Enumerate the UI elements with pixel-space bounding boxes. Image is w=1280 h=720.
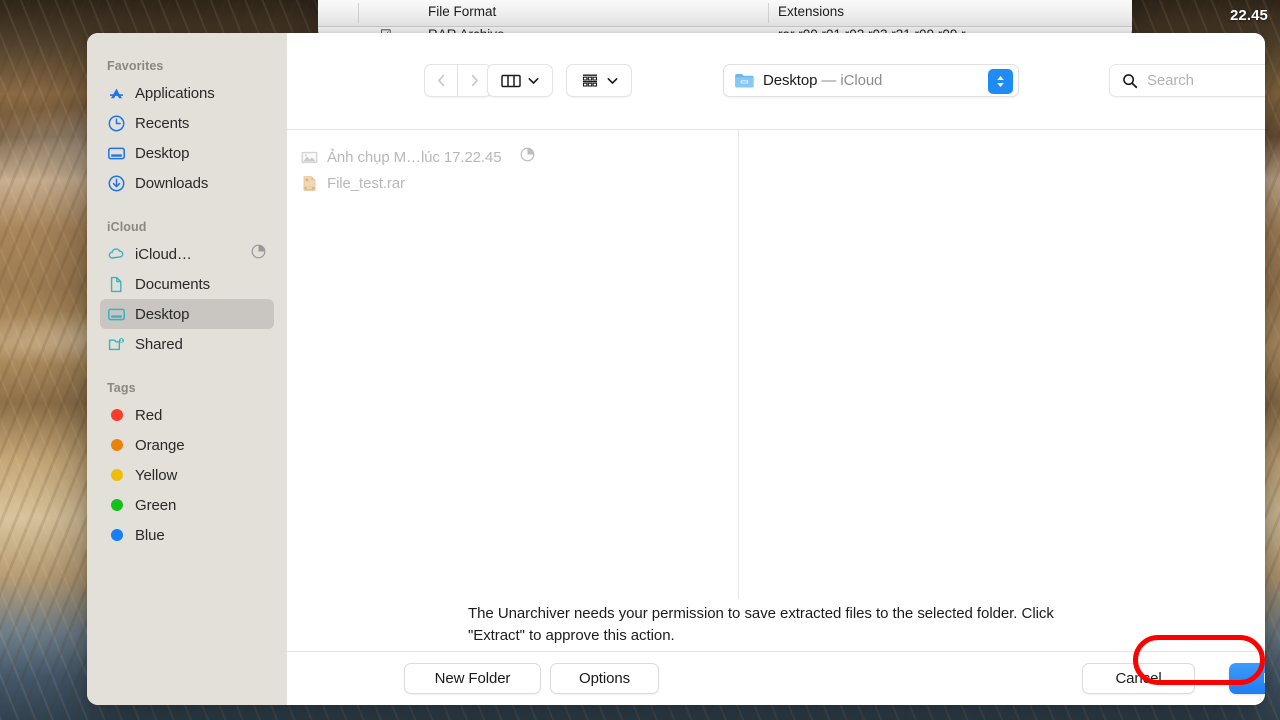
tag-dot-icon	[107, 526, 126, 545]
location-popup-button[interactable]: Desktop — iCloud	[723, 64, 1019, 97]
sidebar-section-header-icloud: iCloud	[107, 220, 147, 234]
tag-dot-icon	[107, 466, 126, 485]
location-name: Desktop	[763, 72, 818, 89]
file-name: File_test.rar	[327, 174, 405, 192]
chevron-right-icon	[471, 74, 478, 87]
sidebar-item-shared[interactable]: Shared	[100, 329, 274, 359]
tag-dot-icon	[107, 496, 126, 515]
permission-message-area: The Unarchiver needs your permission to …	[287, 599, 1265, 652]
document-icon	[107, 275, 126, 294]
sidebar-item-downloads[interactable]: Downloads	[100, 168, 274, 198]
chevron-down-icon	[607, 77, 618, 84]
image-file-icon	[301, 149, 318, 166]
search-icon	[1123, 73, 1138, 88]
sidebar-item-icloud-drive[interactable]: iCloud…	[100, 239, 274, 269]
desktop-icon	[107, 305, 126, 324]
chevron-left-icon	[437, 74, 444, 87]
clock-icon	[107, 114, 126, 133]
tag-dot-icon	[107, 436, 126, 455]
sidebar-item-label: Desktop	[135, 305, 190, 323]
sidebar-item-desktop-icloud[interactable]: Desktop	[100, 299, 274, 329]
rar-file-icon: RAR	[301, 175, 318, 192]
sidebar-item-desktop-favorites[interactable]: Desktop	[100, 138, 274, 168]
format-table-header: File Format Extensions	[318, 0, 1132, 27]
file-browser: Ảnh chụp M…lúc 17.22.45 RAR File_test.ra…	[287, 130, 1265, 599]
toolbar: Desktop — iCloud Search	[287, 33, 1265, 130]
column-header-extensions[interactable]: Extensions	[778, 4, 844, 19]
search-placeholder: Search	[1147, 72, 1194, 89]
new-folder-button[interactable]: New Folder	[404, 663, 541, 694]
sidebar-item-label: Red	[135, 406, 163, 424]
options-button[interactable]: Options	[550, 663, 659, 694]
column-view-icon	[501, 74, 521, 87]
sidebar-item-tag-green[interactable]: Green	[100, 490, 274, 520]
bottom-action-bar: New Folder Options Cancel Extract	[287, 652, 1265, 705]
sidebar-item-label: Recents	[135, 114, 190, 132]
sidebar-item-tag-orange[interactable]: Orange	[100, 430, 274, 460]
sidebar: Favorites Applications Recents Desktop D…	[87, 33, 287, 705]
back-button[interactable]	[424, 64, 458, 97]
chevron-down-icon	[528, 77, 539, 84]
sidebar-item-label: iCloud…	[135, 245, 192, 263]
sidebar-item-label: Applications	[135, 84, 215, 102]
file-column[interactable]: Ảnh chụp M…lúc 17.22.45 RAR File_test.ra…	[287, 130, 739, 599]
save-extract-panel: Favorites Applications Recents Desktop D…	[87, 33, 1265, 705]
column-separator	[768, 3, 769, 23]
sidebar-item-label: Green	[135, 496, 177, 514]
cancel-button[interactable]: Cancel	[1082, 663, 1195, 694]
file-preview-column[interactable]	[740, 130, 1265, 599]
shared-folder-icon	[107, 335, 126, 354]
extract-button[interactable]: Extract	[1229, 663, 1265, 694]
sidebar-item-label: Downloads	[135, 174, 209, 192]
sidebar-item-recents[interactable]: Recents	[100, 108, 274, 138]
column-separator	[358, 3, 359, 23]
download-icon	[107, 174, 126, 193]
view-mode-button[interactable]	[487, 64, 553, 97]
folder-icon	[735, 74, 754, 88]
sidebar-section-header-tags: Tags	[107, 381, 136, 395]
column-header-file-format[interactable]: File Format	[428, 4, 496, 19]
sidebar-section-header-favorites: Favorites	[107, 59, 164, 73]
sidebar-item-label: Shared	[135, 335, 183, 353]
sidebar-item-label: Desktop	[135, 144, 190, 162]
sync-pie-icon	[520, 147, 535, 167]
screen: File Format Extensions ☑ RAR Archive rar…	[0, 0, 1280, 720]
sidebar-item-documents[interactable]: Documents	[100, 269, 274, 299]
list-item[interactable]: Ảnh chụp M…lúc 17.22.45	[287, 144, 738, 170]
svg-text:RAR: RAR	[307, 186, 313, 190]
popup-stepper-arrows-icon[interactable]	[988, 69, 1013, 94]
desktop-icon	[107, 144, 126, 163]
file-name: Ảnh chụp M…lúc 17.22.45	[327, 148, 502, 166]
location-suffix: — iCloud	[821, 72, 883, 89]
sidebar-item-tag-yellow[interactable]: Yellow	[100, 460, 274, 490]
search-input[interactable]: Search	[1109, 64, 1265, 97]
sidebar-item-label: Orange	[135, 436, 185, 454]
sidebar-item-label: Yellow	[135, 466, 178, 484]
group-by-icon	[582, 74, 598, 87]
tag-dot-icon	[107, 406, 126, 425]
sidebar-item-tag-red[interactable]: Red	[100, 400, 274, 430]
applications-icon	[107, 84, 126, 103]
group-by-button[interactable]	[566, 64, 632, 97]
list-item[interactable]: RAR File_test.rar	[287, 170, 738, 196]
sidebar-item-label: Blue	[135, 526, 165, 544]
cloud-icon	[107, 245, 126, 264]
menubar-clock[interactable]: 22.45	[1132, 0, 1280, 30]
permission-message-text: The Unarchiver needs your permission to …	[468, 605, 1054, 644]
sync-pie-icon	[251, 244, 266, 264]
sidebar-item-label: Documents	[135, 275, 210, 293]
sidebar-item-tag-blue[interactable]: Blue	[100, 520, 274, 550]
sidebar-item-applications[interactable]: Applications	[100, 78, 274, 108]
